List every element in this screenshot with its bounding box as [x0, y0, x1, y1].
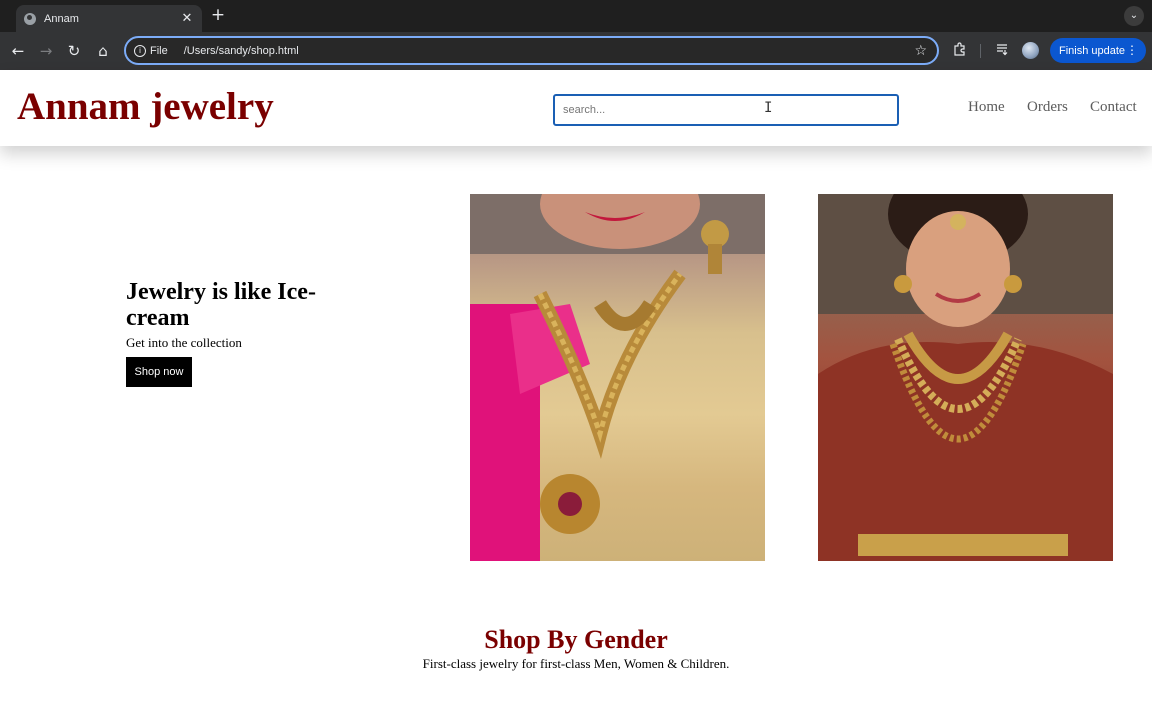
brand-logo[interactable]: Annam jewelry [17, 84, 274, 129]
globe-icon [24, 12, 36, 25]
back-icon[interactable]: ← [8, 41, 28, 61]
menu-dots-icon[interactable]: ⋮ [1126, 38, 1138, 63]
reload-icon[interactable]: ↻ [64, 41, 84, 61]
reading-list-icon[interactable] [993, 42, 1011, 60]
tab-strip: Annam ✕ + ⌄ [0, 0, 1152, 32]
address-bar[interactable]: i File /Users/sandy/shop.html ☆ [124, 36, 939, 65]
tab-title: Annam [44, 12, 79, 25]
site-header: Annam jewelry I Home Orders Contact [0, 70, 1152, 146]
address-scheme: File [150, 44, 168, 57]
tab-close-icon[interactable]: ✕ [180, 11, 194, 26]
jewelry-photo-necklace[interactable] [470, 194, 765, 561]
finish-update-button[interactable]: Finish update ⋮ [1050, 38, 1146, 63]
browser-tab[interactable]: Annam ✕ [16, 5, 202, 32]
info-icon[interactable]: i [134, 44, 146, 57]
search-input[interactable] [553, 94, 899, 126]
forward-icon[interactable]: → [36, 41, 56, 61]
address-url[interactable]: /Users/sandy/shop.html [184, 45, 915, 57]
new-tab-button[interactable]: + [209, 5, 227, 25]
bookmark-star-icon[interactable]: ☆ [914, 43, 927, 59]
hero-subtitle: Get into the collection [126, 335, 242, 350]
finish-update-label: Finish update [1059, 44, 1126, 57]
nav-orders[interactable]: Orders [1027, 99, 1068, 116]
shop-now-button[interactable]: Shop now [126, 357, 192, 387]
extensions-icon[interactable] [951, 42, 969, 60]
section-subtitle: First-class jewelry for first-class Men,… [422, 656, 730, 671]
toolbar-divider [980, 44, 981, 58]
home-icon[interactable]: ⌂ [93, 41, 113, 61]
nav-home[interactable]: Home [968, 99, 1005, 116]
profile-avatar[interactable] [1022, 42, 1039, 59]
nav-contact[interactable]: Contact [1090, 99, 1137, 116]
section-title: Shop By Gender [484, 625, 668, 654]
hero-title: Jewelry is like Ice-cream [126, 279, 316, 331]
text-cursor-icon: I [764, 100, 773, 116]
jewelry-photo-bride[interactable] [818, 194, 1113, 561]
tab-search-button[interactable]: ⌄ [1124, 6, 1144, 26]
browser-toolbar: ← → ↻ ⌂ i File /Users/sandy/shop.html ☆ [0, 32, 1152, 70]
